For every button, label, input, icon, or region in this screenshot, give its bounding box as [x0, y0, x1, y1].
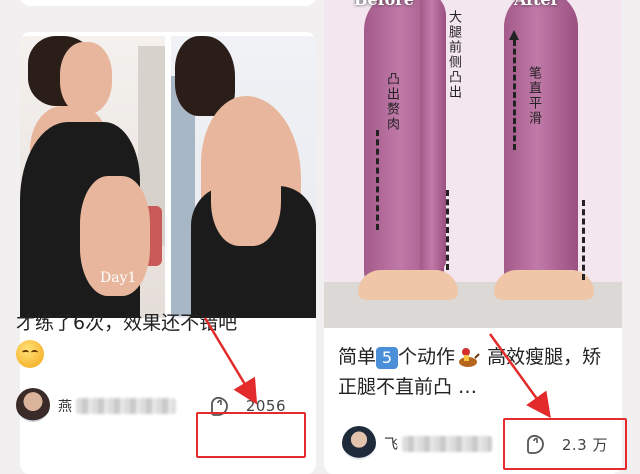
- image-label: 笔直平滑: [526, 66, 541, 126]
- card-cover-image[interactable]: 大腿前侧凸出 凸出赘肉 笔直平滑 Before After: [324, 0, 622, 328]
- note-title[interactable]: 简单 5 个动作 高效瘦腿，矫正腿不直前凸 …: [338, 342, 618, 402]
- note-card-right[interactable]: 大腿前侧凸出 凸出赘肉 笔直平滑 Before After: [324, 0, 622, 474]
- note-title[interactable]: 才练了6次，效果还不错吧: [16, 308, 286, 368]
- redacted-author-name: [402, 436, 492, 452]
- before-photo: Day1: [20, 36, 165, 318]
- horse-rider-emoji-icon: [459, 347, 480, 367]
- image-label: 凸出赘肉: [384, 72, 399, 132]
- author-name[interactable]: 燕: [58, 396, 72, 416]
- smiling-face-emoji-icon: [16, 339, 44, 368]
- card-cover-image[interactable]: Day1: [20, 32, 316, 320]
- after-photo: [171, 36, 316, 318]
- author-name[interactable]: 飞: [384, 434, 398, 454]
- redacted-author-name: [76, 398, 176, 414]
- image-caption: Day1: [100, 270, 137, 286]
- like-count-highlight-box: [196, 412, 306, 458]
- previous-card-stub[interactable]: [20, 0, 316, 6]
- avatar[interactable]: [342, 426, 376, 460]
- keycap-number-emoji: 5: [376, 346, 399, 369]
- avatar[interactable]: [16, 388, 50, 422]
- like-count-highlight-box: [503, 418, 627, 470]
- image-label: 大腿前侧凸出: [446, 10, 461, 100]
